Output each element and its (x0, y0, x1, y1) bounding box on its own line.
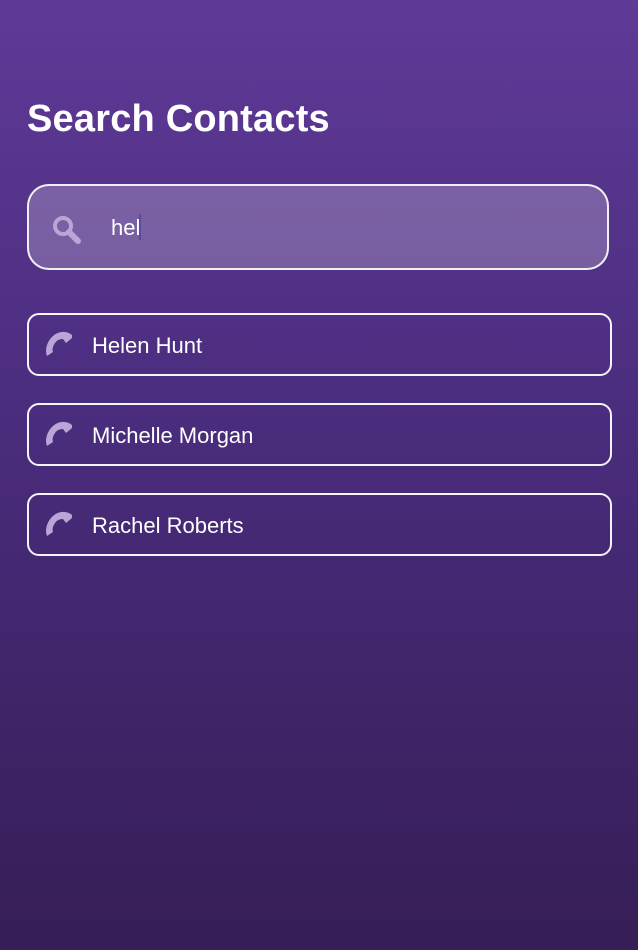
phone-icon (44, 419, 76, 451)
page-title: Search Contacts (27, 98, 330, 140)
contact-name: Rachel Roberts (92, 513, 244, 538)
phone-icon (44, 509, 76, 541)
contact-list: Helen Hunt Michelle Morgan Rachel Robert… (27, 313, 612, 583)
phone-icon (44, 329, 76, 361)
contact-item-helen-hunt[interactable]: Helen Hunt (27, 313, 612, 376)
contact-name: Michelle Morgan (92, 423, 254, 448)
search-icon (51, 214, 83, 246)
contact-name: Helen Hunt (92, 333, 203, 358)
contact-item-michelle-morgan[interactable]: Michelle Morgan (27, 403, 612, 466)
text-cursor (139, 214, 141, 240)
contact-item-rachel-roberts[interactable]: Rachel Roberts (27, 493, 612, 556)
search-box[interactable] (27, 184, 609, 270)
search-input[interactable] (111, 208, 581, 248)
